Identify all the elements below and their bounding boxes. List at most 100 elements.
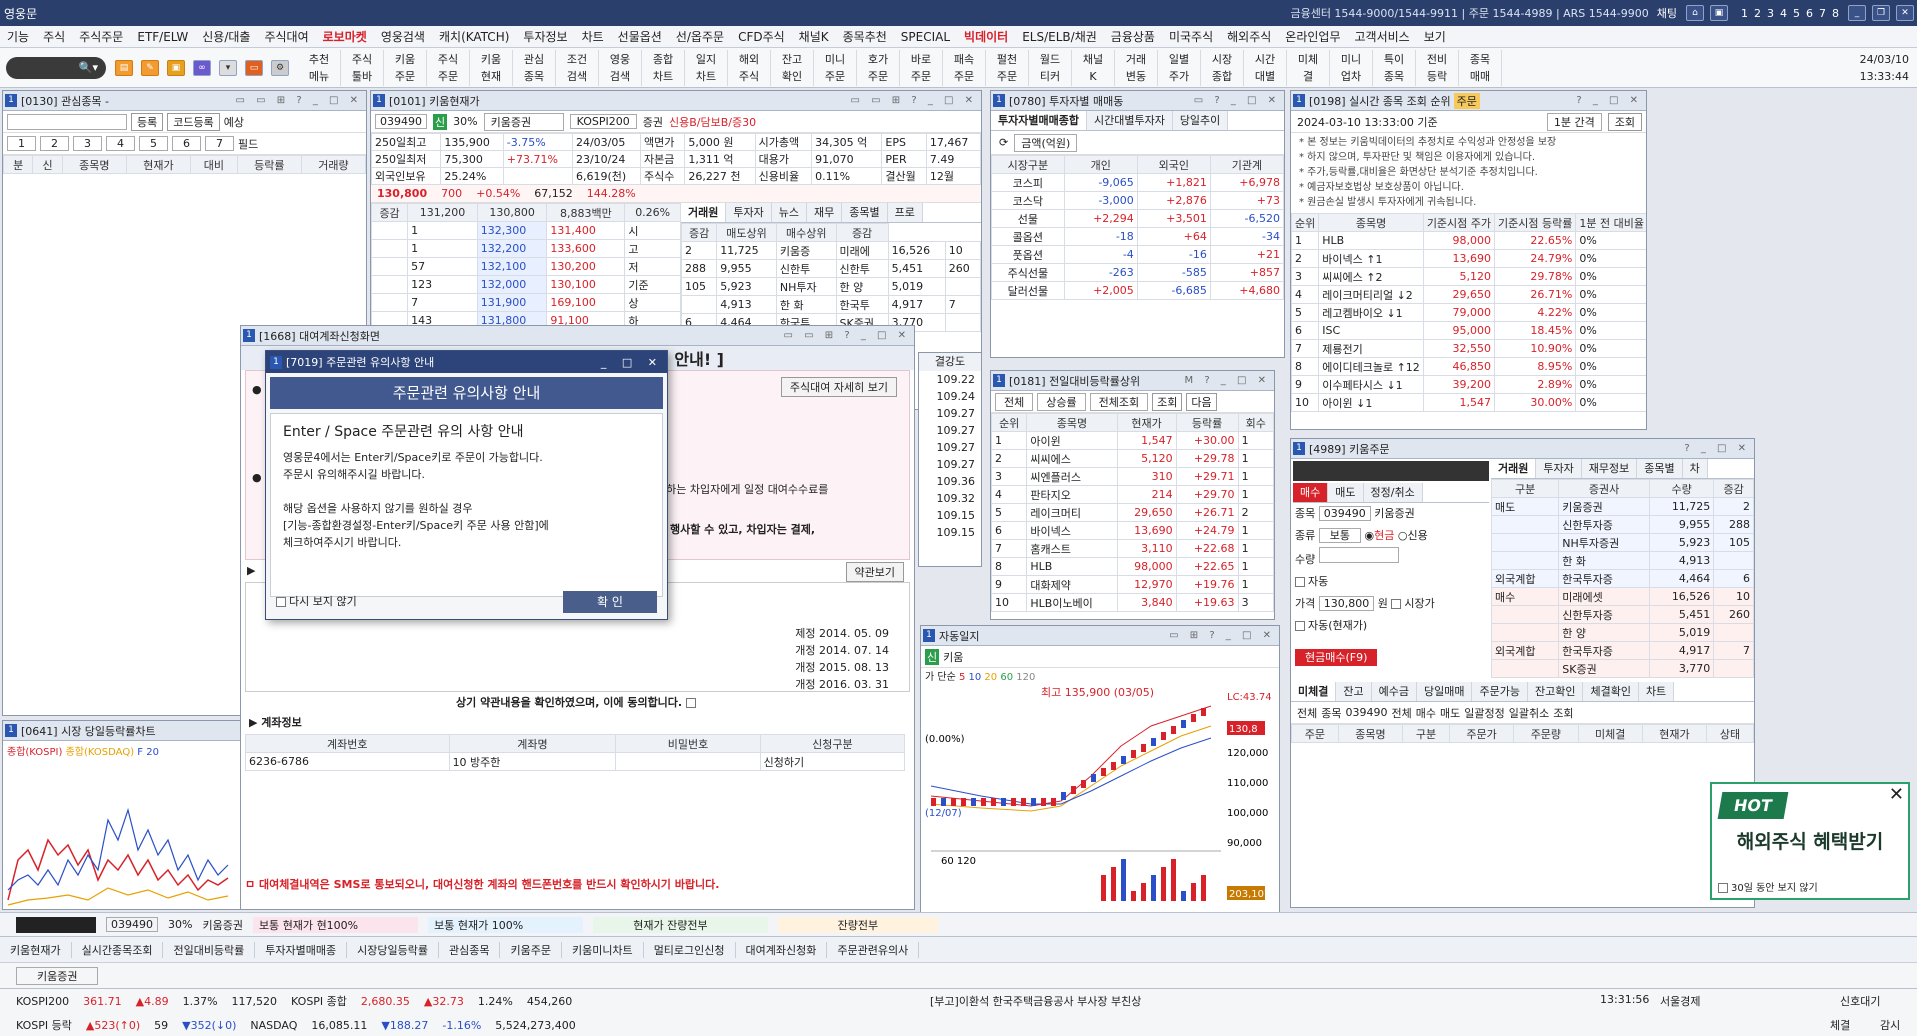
forecast-checkbox[interactable]: 예상 (224, 114, 244, 130)
realtime-badge[interactable]: 주문 (1453, 92, 1480, 109)
rank-query-button[interactable]: 조회 (1152, 392, 1183, 411)
quote-tab[interactable]: 재무 (807, 203, 843, 222)
toolbar-button[interactable]: 일지 차트 (685, 49, 728, 86)
order-filter[interactable]: 전체 (1297, 705, 1317, 721)
table-row[interactable]: 콜옵션 -18 +64 -34 (991, 227, 1284, 246)
rank-market-select[interactable]: 전체 (995, 392, 1034, 411)
rank-type-select[interactable]: 상승률 (1037, 392, 1086, 411)
menu-item[interactable]: 주식주문 (72, 28, 130, 45)
menu-item[interactable]: 주식 (36, 28, 72, 45)
toolbar-button[interactable]: 패속 주문 (943, 49, 986, 86)
table-row[interactable]: 2 11,725 키움증 미래에 16,526 10 (680, 241, 981, 260)
field-button[interactable]: 필드 (238, 136, 258, 152)
table-row[interactable]: 288 9,955 신한투 신한투 5,451 260 (680, 259, 981, 278)
terms-button[interactable]: 약관보기 (845, 562, 904, 582)
taskbar-item[interactable]: 키움미니차트 (562, 941, 644, 958)
order-bottom-tab[interactable]: 예수금 (1371, 682, 1417, 701)
order-bottom-tab[interactable]: 잔고 (1336, 682, 1372, 701)
order-side-tab[interactable]: 매도 (1328, 483, 1364, 502)
table-row[interactable]: 2 바이넥스 ↑1 13,690 24.79% 0% (1291, 249, 1646, 268)
taskbar-item[interactable]: 키움주문 (500, 941, 562, 958)
taskbar-item[interactable]: 시장당일등락률 (347, 941, 439, 958)
page-button[interactable]: 5 (139, 136, 168, 151)
menu-item[interactable]: 해외주식 (1220, 28, 1278, 45)
quick-cancel[interactable]: 잔량전부 (777, 916, 939, 933)
loan-detail-button[interactable]: 주식대여 자세히 보기 (780, 377, 897, 397)
menu-item[interactable]: 고객서비스 (1348, 28, 1417, 45)
rank-next-button[interactable]: 다음 (1186, 392, 1217, 411)
table-row[interactable]: 외국계합 한국투자증 4,917 7 (1490, 641, 1754, 660)
auto-checkbox[interactable] (1295, 577, 1305, 587)
toolbar-button[interactable]: 호가 주문 (857, 49, 900, 86)
toolbar-button[interactable]: 키움 주문 (384, 49, 427, 86)
account-select[interactable] (1293, 461, 1489, 481)
menu-item[interactable]: 캐치(KATCH) (432, 28, 516, 45)
no-more-checkbox[interactable] (276, 597, 286, 607)
toolbar-button[interactable]: 잔고 확인 (771, 49, 814, 86)
table-row[interactable]: 8 HLB 98,000 +22.65 1 (991, 557, 1274, 576)
quick-account-select[interactable] (16, 916, 96, 933)
page-button[interactable]: 2 (40, 136, 69, 151)
order-filter[interactable]: 종목 (1321, 705, 1341, 721)
menu-item[interactable]: 선/옵주문 (669, 28, 731, 45)
toolbar-button[interactable]: 주식 주문 (427, 49, 470, 86)
toolbar-button[interactable]: 시간 대별 (1244, 49, 1287, 86)
unit-select[interactable]: 금액(억원) (1014, 133, 1078, 152)
order-filter[interactable]: 조회 (1553, 705, 1573, 721)
menu-item[interactable]: CFD주식 (731, 28, 792, 45)
table-row[interactable]: 1 132,300 131,400 시 (371, 221, 681, 240)
toolbar-button[interactable]: 관심 종목 (513, 49, 556, 86)
table-row[interactable]: 주식선물 -263 -585 +857 (991, 263, 1284, 282)
menu-item[interactable]: 로보마켓 (316, 28, 374, 45)
taskbar-item[interactable]: 키움현재가 (0, 941, 72, 958)
taskbar-item[interactable]: 투자자별매매종 (255, 941, 348, 958)
no-more-option[interactable]: 다시 보지 않기 (276, 593, 357, 609)
screen-number-button[interactable]: 6 (1806, 7, 1813, 20)
table-row[interactable]: 7 제룡전기 32,550 10.90% 0% (1291, 339, 1646, 358)
interval-select[interactable]: 1분 간격 (1546, 112, 1602, 131)
table-row[interactable]: 5 레고켐바이오 ↓1 79,000 4.22% 0% (1291, 303, 1646, 322)
order-filter[interactable]: 일괄취소 (1509, 705, 1549, 721)
table-row[interactable]: 달러선물 +2,005 -6,685 +4,680 (991, 281, 1284, 300)
table-row[interactable]: 한 양 5,019 (1490, 623, 1754, 642)
menu-item[interactable]: 기능 (0, 28, 36, 45)
table-row[interactable]: 250일최고 135,900 -3.75% 24/03/05 액면가 5,000 원 시가총… (371, 133, 981, 151)
register-button[interactable]: 등록 (131, 112, 164, 131)
table-row[interactable]: 외국인보유 25.24% 6,619(천) 주식수 26,227 천 신용비율 0.11% 결… (371, 167, 981, 185)
news-headline[interactable]: [부고]이환석 한국주택금융공사 부사장 부친상 (930, 993, 1141, 1009)
folder-icon[interactable]: ▤ (115, 59, 133, 76)
menu-item[interactable]: 미국주식 (1162, 28, 1220, 45)
monitor-icon[interactable]: ▭ (245, 59, 263, 76)
quote-tab[interactable]: 프로 (887, 203, 923, 222)
order-right-tab[interactable]: 투자자 (1536, 459, 1582, 478)
order-bottom-tab[interactable]: 당일매매 (1417, 682, 1473, 701)
promo-popup[interactable]: ✕ HOT 해외주식 혜택받기 30일 동안 보지 않기 (1710, 782, 1910, 900)
table-row[interactable]: 1 아이윈 1,547 +30.00 1 (991, 431, 1274, 450)
table-row[interactable]: 선물 +2,294 +3,501 -6,520 (991, 209, 1284, 228)
quote-tab[interactable]: 거래원 (681, 203, 727, 222)
code-search-input[interactable]: 🔍▾ (6, 56, 106, 79)
order-bottom-tab[interactable]: 차트 (1638, 682, 1675, 701)
menu-item[interactable]: ELS/ELB/채권 (1015, 28, 1104, 45)
order-right-tab[interactable]: 차 (1682, 459, 1708, 478)
toolbar-button[interactable]: 키움 현재 (470, 49, 513, 86)
ok-button[interactable]: 확 인 (563, 591, 657, 613)
investor-tab[interactable]: 시간대별투자자 (1086, 111, 1173, 130)
promo-hide-checkbox[interactable] (1718, 883, 1728, 893)
refresh-icon[interactable]: ⟳ (999, 136, 1008, 149)
screen-number-button[interactable]: 3 (1767, 7, 1774, 20)
page-button[interactable]: 4 (106, 136, 135, 151)
investor-tab[interactable]: 당일추이 (1172, 111, 1229, 130)
table-row[interactable]: 7 131,900 169,100 상 (371, 293, 681, 312)
toolbar-button[interactable]: 거래 변동 (1115, 49, 1158, 86)
table-row[interactable]: NH투자증권 5,923 105 (1490, 533, 1754, 552)
dropdown-icon[interactable]: ▾ (219, 59, 237, 76)
taskbar-item[interactable]: 실시간종목조회 (72, 941, 164, 958)
filled-button[interactable]: 체결 (1830, 1017, 1850, 1033)
order-right-tab[interactable]: 거래원 (1491, 459, 1537, 478)
table-row[interactable]: 매수 미래에셋 16,526 10 (1490, 587, 1754, 606)
credit-radio[interactable]: 신용 (1407, 529, 1427, 542)
watch-button[interactable]: 감시 (1880, 1017, 1900, 1033)
menu-item[interactable]: 차트 (575, 28, 611, 45)
table-row[interactable]: 4,913 한 화 한국투 4,917 7 (680, 295, 981, 314)
